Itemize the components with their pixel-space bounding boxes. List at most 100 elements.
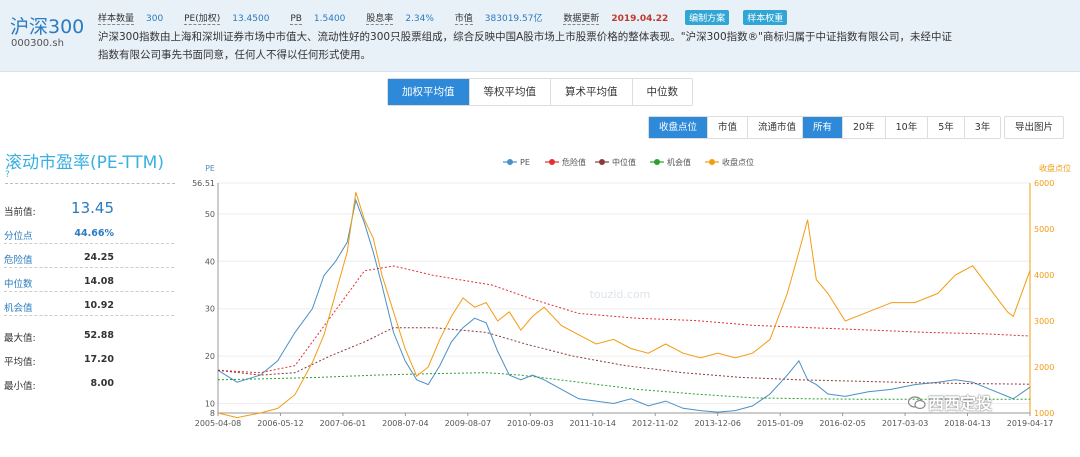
left-tick-label: 50 (205, 210, 215, 219)
panel-divider (5, 183, 175, 184)
right-tick-label: 4000 (1034, 271, 1054, 280)
stat-label: 样本数量 (98, 11, 135, 25)
median-value: 14.08 (83, 276, 114, 287)
index-stats: 样本数量 300 PE(加权) 13.4500 PB 1.5400 股息率 2.34% … (98, 10, 801, 25)
x-tick-label: 2012-11-02 (632, 419, 679, 428)
x-tick-label: 2011-10-14 (570, 419, 617, 428)
percentile-row: 分位点 44.66% (4, 224, 174, 244)
index-header: 沪深300 000300.sh 样本数量 300 PE(加权) 13.4500 PB… (0, 0, 1080, 72)
tab-median[interactable]: 中位数 (632, 79, 692, 105)
current-value: 13.45 (71, 199, 114, 217)
x-tick-label: 2017-03-03 (882, 419, 929, 428)
stat-label: 股息率 (366, 11, 394, 25)
range-3y-button[interactable]: 3年 (964, 117, 1001, 138)
stat-value: 383019.57亿 (484, 14, 543, 24)
overlay-marketcap-button[interactable]: 市值 (708, 117, 749, 138)
right-axis-label: 收盘点位 (1039, 163, 1071, 173)
help-icon[interactable]: ? (5, 170, 10, 180)
x-tick-label: 2006-05-12 (257, 419, 304, 428)
update-date: 2019.04.22 (611, 14, 669, 24)
stat-value: 2.34% (405, 14, 434, 24)
series-line-danger (217, 265, 1031, 374)
series-line-pe (217, 198, 1031, 413)
stat-value: 300 (146, 14, 164, 24)
legend-dot (709, 159, 715, 165)
index-name: 沪深300 (10, 16, 85, 38)
x-tick-label: 2019-04-17 (1007, 419, 1054, 428)
index-description: 沪深300指数由上海和深圳证券市场中市值大、流动性好的300只股票组成，综合反映… (98, 31, 952, 61)
avg-label: 平均值: (4, 357, 36, 368)
tab-weighted-avg[interactable]: 加权平均值 (388, 79, 470, 105)
left-tick-label: 56.51 (192, 179, 215, 188)
right-tick-label: 2000 (1034, 363, 1054, 372)
danger-label[interactable]: 危险值 (4, 252, 33, 266)
legend-label: 机会值 (667, 157, 691, 167)
legend-dot (654, 159, 660, 165)
legend-label: 中位值 (612, 157, 636, 167)
panel-title: 滚动市盈率(PE-TTM) (5, 153, 164, 173)
left-tick-label: 30 (205, 305, 215, 314)
x-tick-label: 2013-12-06 (694, 419, 741, 428)
right-tick-label: 3000 (1034, 317, 1054, 326)
right-tick-label: 6000 (1034, 179, 1054, 188)
tab-equal-weight-avg[interactable]: 等权平均值 (469, 79, 551, 105)
legend-label: 危险值 (562, 157, 586, 167)
stat-label: 市值 (454, 11, 473, 25)
left-tick-label: 20 (205, 352, 215, 361)
median-row: 中位数 14.08 (4, 272, 174, 292)
range-5y-button[interactable]: 5年 (928, 117, 965, 138)
x-tick-label: 2007-06-01 (320, 419, 367, 428)
x-tick-label: 2009-08-07 (445, 419, 492, 428)
legend-dot (599, 159, 605, 165)
x-tick-label: 2010-09-03 (507, 419, 554, 428)
left-tick-label: 10 (205, 400, 215, 409)
x-tick-label: 2016-02-05 (819, 419, 866, 428)
legend-label: PE (520, 158, 530, 167)
min-label: 最小值: (4, 381, 36, 392)
min-value: 8.00 (90, 378, 114, 389)
min-row: 最小值: 8.00 (4, 374, 174, 394)
left-axis-label: PE (205, 164, 215, 173)
legend-dot (507, 159, 513, 165)
watermark-brand: 西西定投 (928, 394, 993, 413)
x-tick-label: 2005-04-08 (195, 419, 242, 428)
stat-label: PE(加权) (184, 11, 221, 25)
overlay-button-group: 收盘点位 市值 流通市值 (648, 116, 808, 139)
weight-tag-button[interactable]: 样本权重 (743, 10, 788, 25)
update-label: 数据更新 (563, 11, 600, 25)
avg-row: 平均值: 17.20 (4, 350, 174, 370)
method-tag-button[interactable]: 编制方案 (685, 10, 730, 25)
export-image-button[interactable]: 导出图片 (1004, 116, 1065, 139)
range-button-group: 所有 20年 10年 5年 3年 (802, 116, 1002, 139)
index-code: 000300.sh (11, 38, 64, 49)
stat-value: 13.4500 (232, 14, 270, 24)
left-tick-label: 8 (210, 409, 215, 418)
range-20y-button[interactable]: 20年 (843, 117, 886, 138)
max-label: 最大值: (4, 333, 36, 344)
range-all-button[interactable]: 所有 (803, 117, 844, 138)
right-tick-label: 1000 (1034, 409, 1054, 418)
legend-dot (549, 159, 555, 165)
danger-value: 24.25 (83, 252, 114, 263)
chance-row: 机会值 10.92 (4, 296, 174, 316)
chance-value: 10.92 (83, 300, 114, 311)
legend-label: 收盘点位 (722, 157, 754, 167)
current-value-row: 当前值: 13.45 (4, 199, 174, 222)
max-row: 最大值: 52.88 (4, 326, 174, 346)
left-tick-label: 40 (205, 257, 215, 266)
avg-value: 17.20 (83, 354, 114, 365)
chance-label[interactable]: 机会值 (4, 300, 33, 314)
tab-arithmetic-avg[interactable]: 算术平均值 (551, 79, 633, 105)
x-tick-label: 2008-07-04 (382, 419, 429, 428)
danger-row: 危险值 24.25 (4, 248, 174, 268)
x-tick-label: 2018-04-13 (944, 419, 991, 428)
overlay-close-button[interactable]: 收盘点位 (649, 117, 709, 138)
watermark-text: touzid.com (590, 288, 651, 301)
stat-label: PB (290, 14, 302, 25)
stat-value: 1.5400 (313, 14, 346, 24)
x-tick-label: 2015-01-09 (757, 419, 804, 428)
range-10y-button[interactable]: 10年 (885, 117, 929, 138)
median-label[interactable]: 中位数 (4, 276, 33, 290)
overlay-float-marketcap-button[interactable]: 流通市值 (748, 117, 807, 138)
percentile-label[interactable]: 分位点 (4, 228, 33, 242)
